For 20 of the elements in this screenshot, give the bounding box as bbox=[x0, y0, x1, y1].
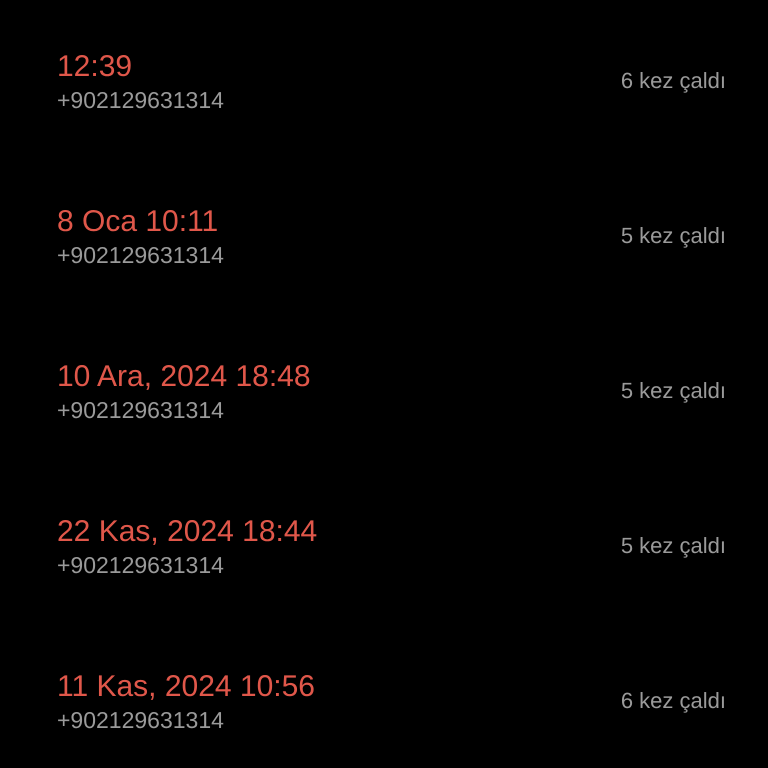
ring-count: 5 kez çaldı bbox=[620, 222, 726, 250]
phone-number: +902129631314 bbox=[57, 240, 224, 268]
call-row[interactable]: 11 Kas, 2024 10:56 +902129631314 6 kez çaldı bbox=[0, 623, 768, 768]
phone-number: +902129631314 bbox=[57, 550, 225, 578]
call-time: 22 Kas, 2024 18:44 bbox=[57, 514, 318, 550]
ring-count: 6 kez çaldı bbox=[620, 67, 726, 95]
call-time: 10 Ara, 2024 18:48 bbox=[57, 358, 311, 394]
call-row[interactable]: 10 Ara, 2024 18:48 +902129631314 5 kez çaldı bbox=[0, 313, 768, 468]
call-time: 12:39 bbox=[57, 48, 134, 84]
ring-count: 5 kez çaldı bbox=[620, 377, 726, 405]
call-row[interactable]: 12:39 +902129631314 6 kez çaldı bbox=[0, 3, 768, 158]
call-time: 8 Oca 10:11 bbox=[57, 204, 220, 240]
phone-number: +902129631314 bbox=[57, 86, 224, 114]
call-time: 11 Kas, 2024 10:56 bbox=[57, 668, 315, 704]
call-row[interactable]: 8 Oca 10:11 +902129631314 5 kez çaldı bbox=[0, 158, 768, 313]
phone-number: +902129631314 bbox=[57, 706, 225, 734]
call-row[interactable]: 22 Kas, 2024 18:44 +902129631314 5 kez çaldı bbox=[0, 468, 768, 623]
ring-count: 5 kez çaldı bbox=[620, 532, 726, 560]
ring-count: 6 kez çaldı bbox=[620, 687, 726, 715]
phone-number: +902129631314 bbox=[57, 396, 225, 424]
